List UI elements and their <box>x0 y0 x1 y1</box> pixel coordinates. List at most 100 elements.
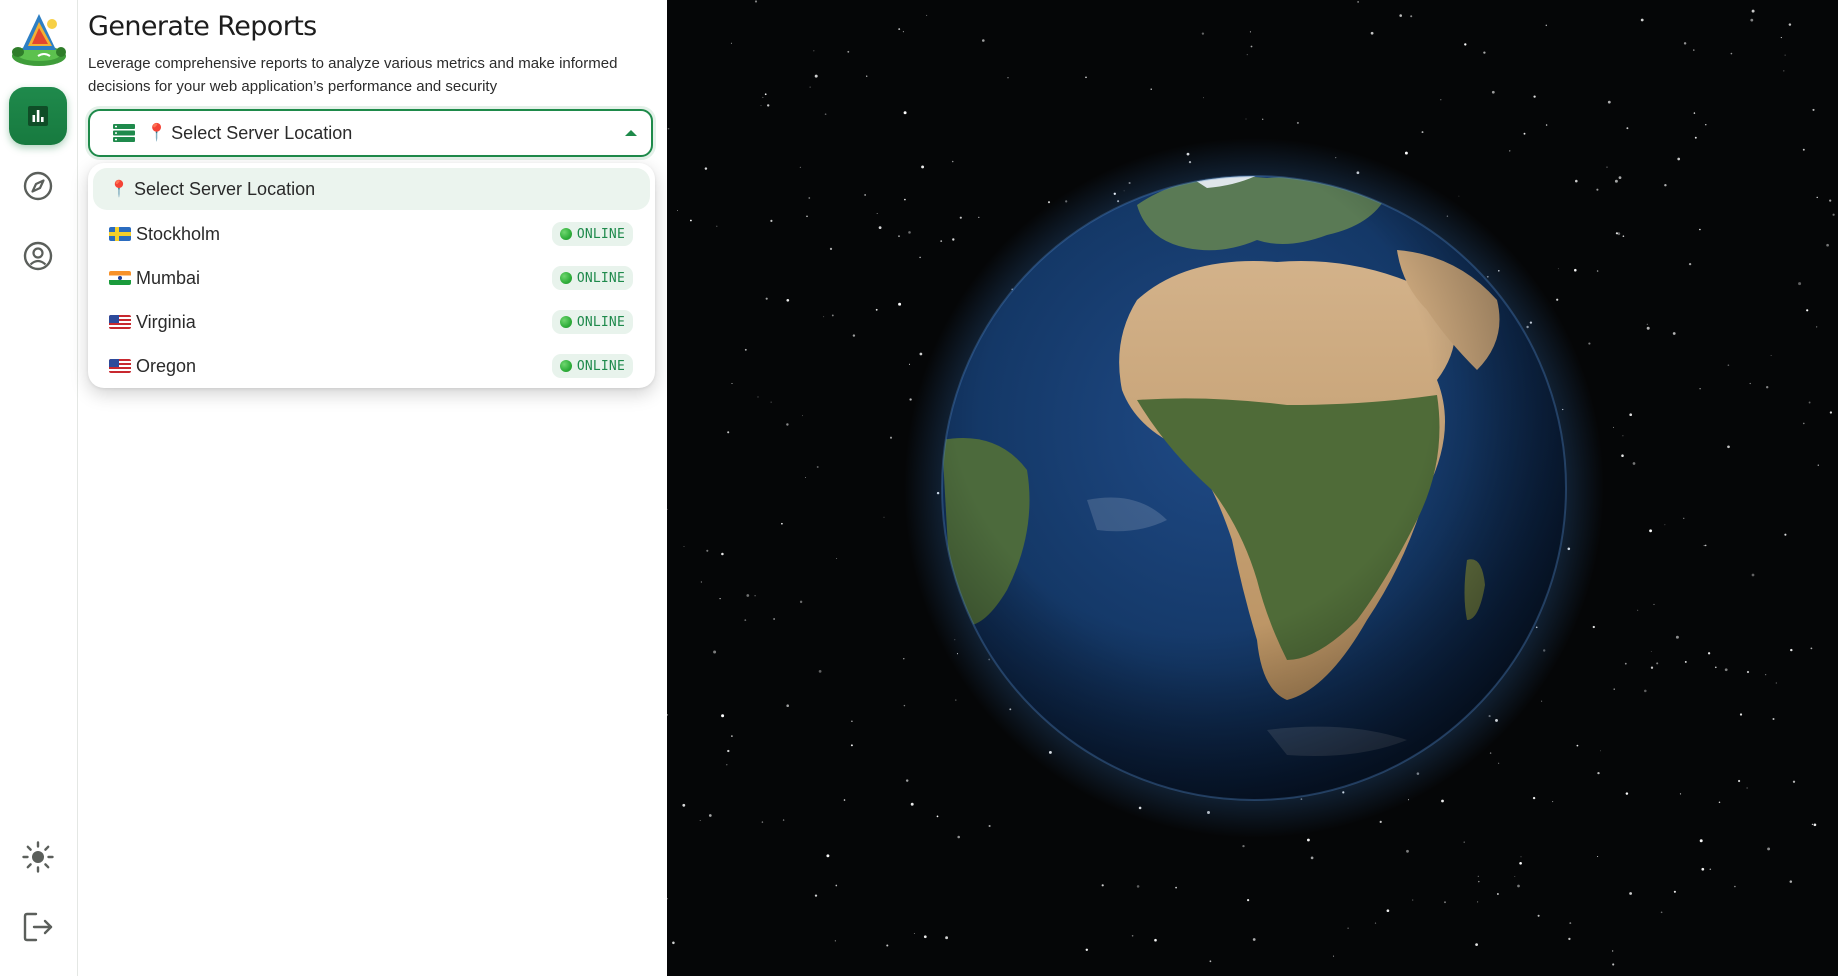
star <box>786 423 789 426</box>
star <box>1404 151 1408 155</box>
app-logo[interactable] <box>8 6 70 68</box>
star <box>767 104 770 107</box>
star <box>898 235 900 238</box>
star <box>1650 666 1654 669</box>
star <box>1770 355 1772 356</box>
star <box>782 819 785 821</box>
star <box>786 298 790 302</box>
star <box>1357 1 1359 3</box>
star <box>1632 462 1636 465</box>
star <box>1746 787 1748 789</box>
rail-profile-button[interactable] <box>9 227 67 285</box>
star <box>1672 332 1676 335</box>
rail-explore-button[interactable] <box>9 157 67 215</box>
star <box>1249 31 1251 33</box>
star <box>699 819 701 822</box>
server-location-select[interactable]: 📍 Select Server Location <box>88 109 653 157</box>
star <box>1727 445 1730 449</box>
rail-reports-button[interactable] <box>9 87 67 145</box>
star <box>1374 922 1377 924</box>
star <box>1629 413 1633 417</box>
star <box>1615 232 1618 235</box>
star <box>757 396 759 398</box>
star <box>1537 914 1540 917</box>
pin-icon: 📍 <box>146 123 168 142</box>
star <box>889 436 893 439</box>
star <box>1483 51 1486 54</box>
star <box>878 226 882 230</box>
star <box>700 581 703 583</box>
option-virginia[interactable]: Virginia ONLINE <box>93 300 650 344</box>
star <box>1730 52 1733 55</box>
star <box>1612 963 1615 966</box>
star <box>1622 235 1625 238</box>
star <box>682 803 686 807</box>
star <box>1310 856 1314 860</box>
star <box>760 105 762 107</box>
star <box>1621 454 1624 457</box>
star <box>1612 950 1614 952</box>
star <box>716 225 718 227</box>
green-circle-icon <box>559 360 572 372</box>
star <box>919 256 921 259</box>
earth-globe[interactable] <box>667 0 1838 976</box>
star <box>808 197 811 199</box>
star <box>831 314 834 317</box>
server-location-value: Select Server Location <box>171 122 353 143</box>
green-circle-icon <box>559 316 572 328</box>
star <box>1533 95 1536 98</box>
star <box>730 42 732 44</box>
star <box>1751 573 1755 577</box>
star <box>1085 948 1089 952</box>
star <box>982 39 985 42</box>
star <box>1463 841 1465 843</box>
status-badge: ONLINE <box>551 222 633 246</box>
star <box>1699 388 1701 390</box>
star <box>1817 464 1820 466</box>
star <box>1441 799 1444 803</box>
star <box>875 308 878 311</box>
star <box>834 940 836 942</box>
star <box>765 297 768 300</box>
star <box>1386 909 1390 913</box>
star <box>951 160 954 163</box>
star <box>1750 18 1754 22</box>
status-text: ONLINE <box>576 314 625 330</box>
star <box>1421 131 1424 134</box>
star <box>1412 899 1414 901</box>
logout-button[interactable] <box>9 898 67 956</box>
page-title: Generate Reports <box>88 11 317 42</box>
star <box>952 238 955 241</box>
option-oregon[interactable]: Oregon ONLINE <box>93 344 650 388</box>
globe-viewport[interactable] <box>667 0 1838 976</box>
star <box>1085 76 1087 79</box>
star <box>818 670 822 673</box>
star <box>936 815 939 818</box>
star <box>770 401 772 403</box>
star <box>1203 97 1205 99</box>
star <box>1556 298 1559 301</box>
star <box>913 932 915 935</box>
option-select-server-location[interactable]: 📍 Select Server Location <box>93 168 650 210</box>
star <box>835 884 838 887</box>
theme-toggle-button[interactable] <box>9 828 67 886</box>
star <box>1644 689 1647 693</box>
star <box>1675 635 1679 639</box>
star <box>1812 108 1815 111</box>
star <box>1798 282 1802 286</box>
star <box>746 594 750 597</box>
option-stockholm[interactable]: Stockholm ONLINE <box>93 212 650 256</box>
star <box>864 194 866 196</box>
star <box>1664 524 1666 526</box>
star <box>852 334 856 337</box>
star <box>1154 938 1157 942</box>
star <box>1709 868 1712 871</box>
star <box>1245 118 1247 120</box>
india-flag-icon <box>109 271 131 285</box>
star <box>1724 668 1728 672</box>
star <box>1296 121 1299 124</box>
option-mumbai[interactable]: Mumbai ONLINE <box>93 256 650 300</box>
star <box>1792 780 1796 783</box>
compass-icon <box>23 171 53 201</box>
star <box>1746 670 1750 674</box>
